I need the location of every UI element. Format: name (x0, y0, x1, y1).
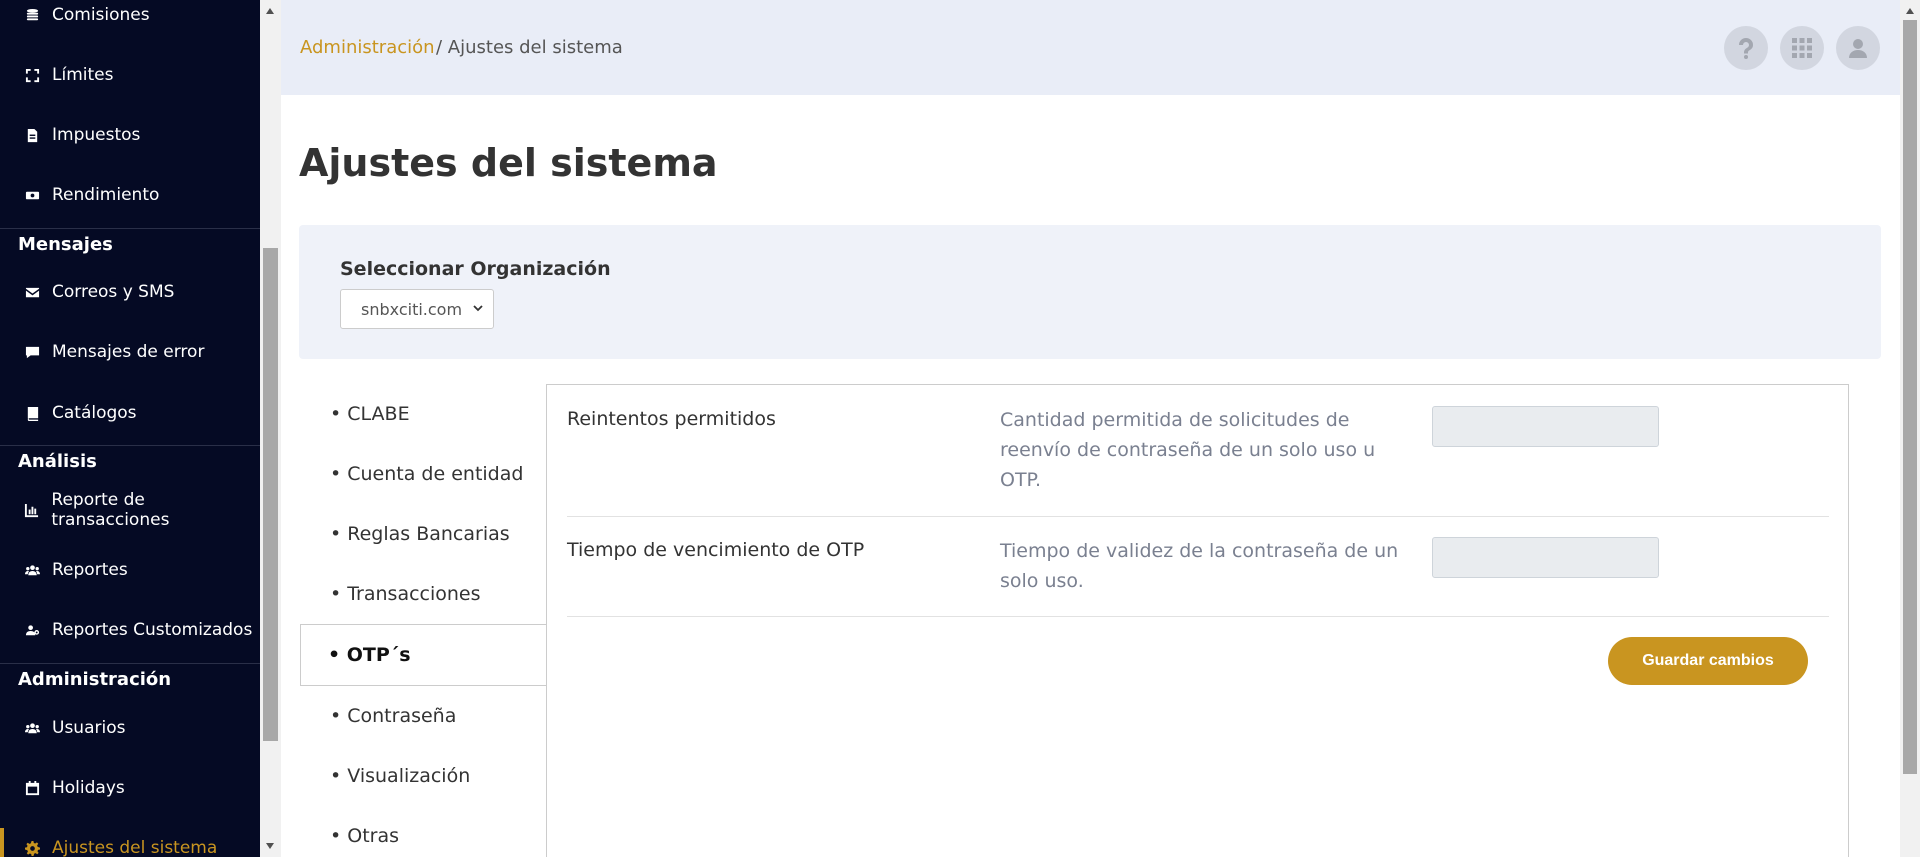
scrollbar-thumb[interactable] (1903, 20, 1917, 774)
chart-icon (24, 502, 39, 518)
envelope-icon (24, 284, 40, 300)
sidebar-item-reportes[interactable]: Reportes (0, 550, 260, 590)
users-gear-icon (24, 622, 40, 638)
organization-select[interactable]: snbxciti.com (340, 289, 494, 329)
sidebar-item-label: Mensajes de error (52, 342, 205, 362)
sidebar-divider (0, 445, 260, 446)
sidebar-item-usuarios[interactable]: Usuarios (0, 708, 260, 748)
chevron-down-icon (473, 305, 483, 312)
sidebar-section-administracion: Administración (18, 669, 172, 690)
comment-icon (24, 344, 40, 360)
sidebar-item-label: Usuarios (52, 718, 126, 738)
document-icon (24, 127, 40, 143)
breadcrumb-current: / Ajustes del sistema (436, 37, 623, 58)
organization-selected-value: snbxciti.com (361, 299, 463, 319)
main-scrollbar[interactable] (1900, 0, 1920, 857)
sidebar-item-label: Rendimiento (52, 185, 160, 205)
reintentos-input[interactable] (1432, 406, 1659, 447)
tab-reglas-bancarias[interactable]: • Reglas Bancarias (300, 504, 546, 564)
scroll-down-arrow-icon[interactable] (266, 843, 274, 849)
settings-panel: Reintentos permitidos Cantidad permitida… (546, 384, 1849, 857)
tab-contrasena[interactable]: • Contraseña (300, 686, 546, 746)
sidebar-item-label: Correos y SMS (52, 282, 175, 302)
sidebar-divider (0, 228, 260, 229)
tiempo-vencimiento-input[interactable] (1432, 537, 1659, 578)
setting-description: Tiempo de validez de la contraseña de un… (1000, 540, 1399, 592)
topbar: Administración / Ajustes del sistema (281, 0, 1900, 95)
help-button[interactable] (1724, 26, 1768, 70)
expand-icon (24, 67, 40, 83)
apps-button[interactable] (1780, 26, 1824, 70)
sidebar-item-label: Reportes Customizados (52, 620, 253, 640)
sidebar-item-impuestos[interactable]: Impuestos (0, 115, 260, 155)
coins-icon (24, 7, 40, 23)
sidebar-item-catalogos[interactable]: Catálogos (0, 393, 260, 433)
tab-otras[interactable]: • Otras (300, 806, 546, 857)
sidebar-divider (0, 663, 260, 664)
setting-description: Cantidad permitida de solicitudes de ree… (1000, 409, 1376, 491)
breadcrumb-link[interactable]: Administración (300, 37, 435, 58)
sidebar-section-mensajes: Mensajes (18, 234, 113, 255)
sidebar-item-label: Ajustes del sistema (52, 838, 218, 857)
sidebar-item-label: Reportes (52, 560, 128, 580)
grid-icon (1792, 38, 1812, 58)
sidebar-item-mensajes-error[interactable]: Mensajes de error (0, 332, 260, 372)
setting-name: Tiempo de vencimiento de OTP (567, 539, 865, 561)
organization-panel: Seleccionar Organización snbxciti.com (299, 225, 1881, 359)
money-icon (24, 187, 40, 203)
save-button[interactable]: Guardar cambios (1608, 637, 1808, 685)
sidebar-item-label: Holidays (52, 778, 125, 798)
tab-otps[interactable]: • OTP´s (300, 624, 546, 686)
users-icon (24, 720, 40, 736)
row-divider (567, 516, 1829, 517)
scroll-up-arrow-icon[interactable] (266, 8, 274, 14)
tab-visualizacion[interactable]: • Visualización (300, 746, 546, 806)
sidebar-scrollbar[interactable] (260, 0, 281, 857)
tab-cuenta-entidad[interactable]: • Cuenta de entidad (300, 444, 546, 504)
page-title: Ajustes del sistema (299, 141, 718, 185)
sidebar-item-ajustes[interactable]: Ajustes del sistema (0, 828, 260, 857)
sidebar-item-correos[interactable]: Correos y SMS (0, 272, 260, 312)
setting-name: Reintentos permitidos (567, 408, 776, 430)
sidebar-item-holidays[interactable]: Holidays (0, 768, 260, 808)
row-divider (567, 616, 1829, 617)
sidebar-item-comisiones[interactable]: Comisiones (0, 0, 260, 35)
user-icon (1849, 39, 1867, 58)
gear-icon (24, 840, 40, 856)
sidebar-item-label: Catálogos (52, 403, 137, 423)
tab-clabe[interactable]: • CLABE (300, 384, 546, 444)
sidebar-item-limites[interactable]: Límites (0, 55, 260, 95)
sidebar-item-label: Reporte de transacciones (51, 490, 170, 530)
sidebar: Comisiones Límites Impuestos Rendimiento… (0, 0, 260, 857)
calendar-icon (24, 780, 40, 796)
tab-transacciones[interactable]: • Transacciones (300, 564, 546, 624)
user-menu-button[interactable] (1836, 26, 1880, 70)
scroll-up-arrow-icon[interactable] (1906, 8, 1914, 14)
sidebar-item-rendimiento[interactable]: Rendimiento (0, 175, 260, 215)
question-icon (1739, 38, 1753, 59)
sidebar-item-label: Impuestos (52, 125, 141, 145)
users-icon (24, 562, 40, 578)
book-icon (24, 405, 40, 421)
scrollbar-thumb[interactable] (263, 248, 278, 741)
sidebar-item-reportes-customizados[interactable]: Reportes Customizados (0, 610, 260, 650)
sidebar-item-reporte-transacciones[interactable]: Reporte de transacciones (0, 490, 260, 530)
organization-label: Seleccionar Organización (340, 258, 611, 280)
sidebar-item-label: Límites (52, 65, 114, 85)
sidebar-section-analisis: Análisis (18, 451, 97, 472)
sidebar-item-label: Comisiones (52, 5, 150, 25)
